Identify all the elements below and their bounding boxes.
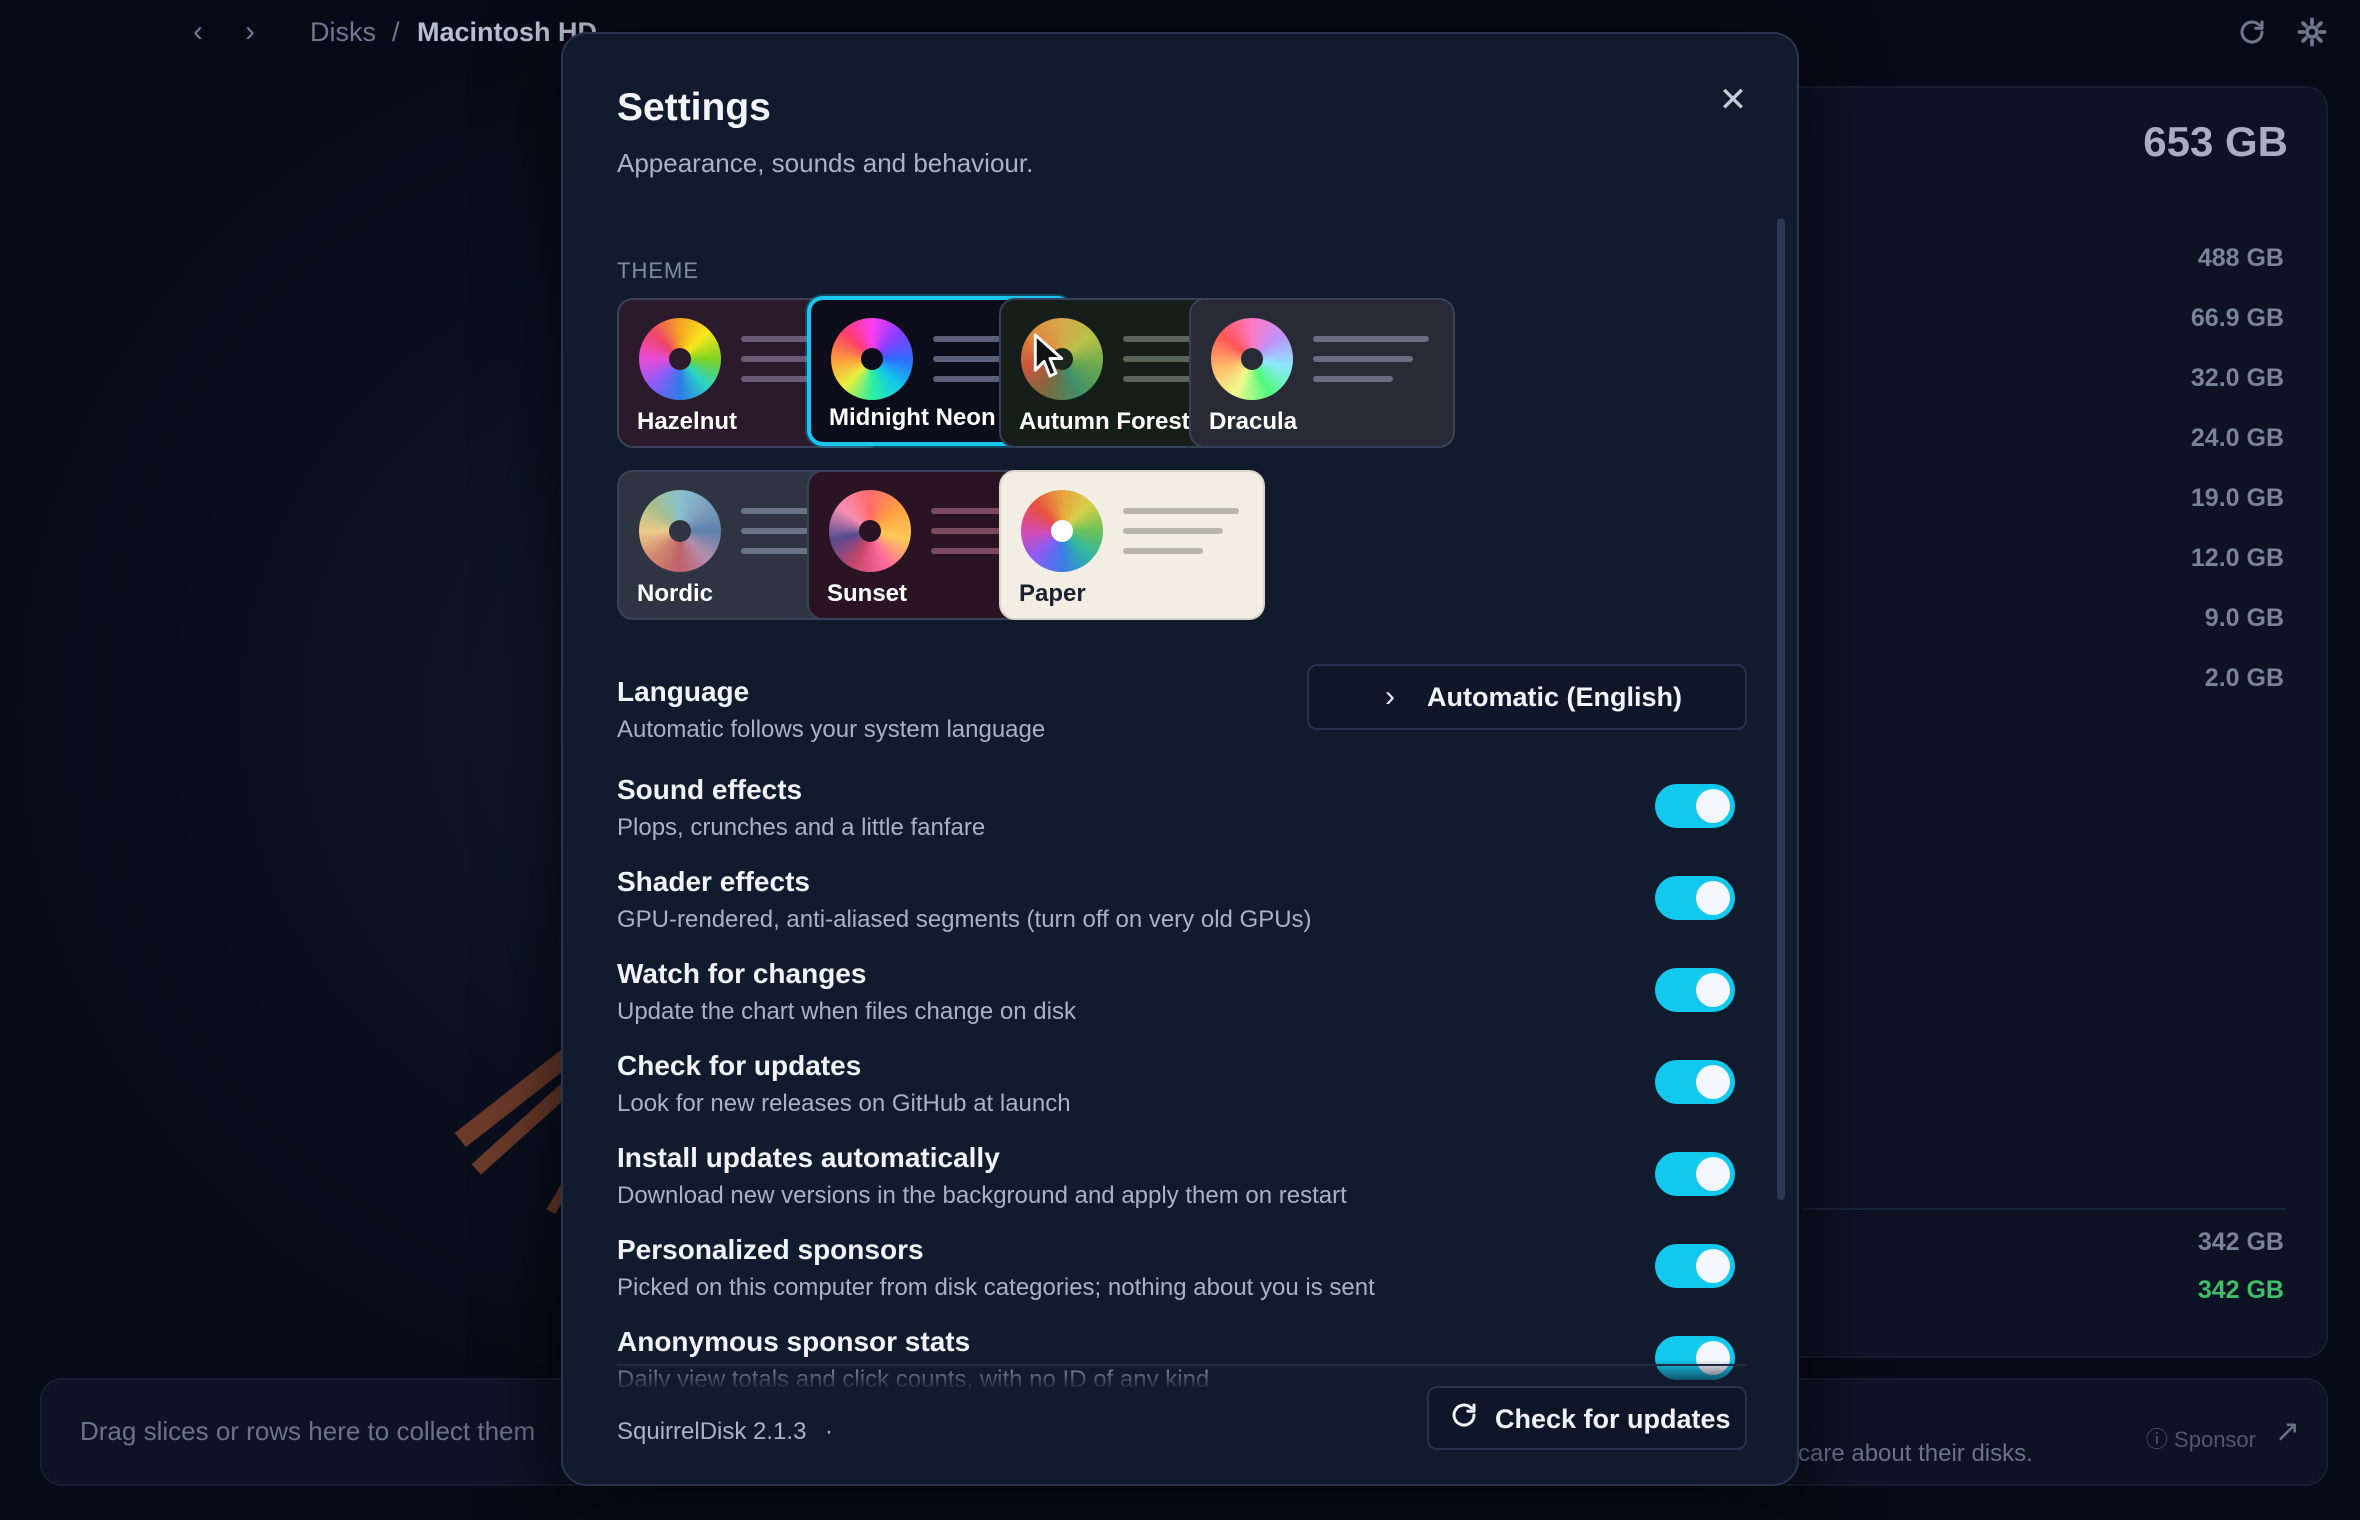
theme-name: Midnight Neon [829, 404, 996, 431]
theme-section-label: THEME [617, 258, 699, 283]
toggle-switch[interactable] [1655, 1060, 1735, 1104]
setting-row-shader-effects: Shader effects GPU-rendered, anti-aliased… [617, 866, 1747, 946]
refresh-icon [1449, 1400, 1479, 1438]
theme-name: Autumn Forest [1019, 408, 1190, 435]
setting-title: Personalized sponsors [617, 1234, 924, 1265]
setting-title: Sound effects [617, 774, 803, 805]
theme-name: Hazelnut [637, 408, 738, 435]
toggle-knob [1696, 1249, 1730, 1283]
toggle-knob [1696, 789, 1730, 823]
language-select[interactable]: › Automatic (English) [1307, 664, 1747, 730]
size-row[interactable]: 9.0 GB [2205, 604, 2284, 633]
scrollbar[interactable] [1777, 218, 1785, 1200]
check-updates-button[interactable]: Check for updates [1427, 1386, 1747, 1450]
theme-name: Nordic [637, 580, 714, 607]
toggle-knob [1696, 973, 1730, 1007]
setting-title: Anonymous sponsor stats [617, 1326, 971, 1357]
size-row[interactable]: 2.0 GB [2205, 664, 2284, 693]
setting-description: Picked on this computer from disk catego… [617, 1274, 1375, 1301]
version-separator: · [825, 1418, 833, 1445]
language-setting: Language Automatic follows your system l… [617, 664, 1747, 756]
info-icon: ⓘ [2145, 1427, 2168, 1452]
refresh-icon[interactable] [2234, 14, 2270, 50]
size-row[interactable]: 32.0 GB [2191, 364, 2284, 393]
setting-row-install-updates-automatically: Install updates automatically Download ne… [617, 1142, 1747, 1222]
color-wheel-icon [829, 490, 911, 572]
dropzone-text: Drag slices or rows here to collect them [80, 1416, 536, 1446]
size-list-panel: 653 GB 488 GB 66.9 GB 32.0 GB 24.0 GB 19… [1760, 86, 2328, 1358]
modal-footer: SquirrelDisk 2.1.3 · Check for updates [563, 1364, 1797, 1484]
app-version: SquirrelDisk 2.1.3 [617, 1418, 807, 1445]
gear-icon[interactable] [2294, 14, 2330, 50]
total-size: 653 GB [2143, 118, 2288, 165]
toggle-switch[interactable] [1655, 1152, 1735, 1196]
chevron-left-icon[interactable]: ‹ [180, 14, 216, 50]
sponsor-label[interactable]: ⓘ Sponsor [2146, 1422, 2256, 1454]
language-value: Automatic (English) [1427, 682, 1682, 712]
modal-subtitle: Appearance, sounds and behaviour. [617, 148, 1034, 178]
theme-name: Dracula [1209, 408, 1298, 435]
setting-description: Look for new releases on GitHub at launc… [617, 1090, 1071, 1117]
settings-modal: Settings Appearance, sounds and behaviou… [561, 32, 1799, 1486]
toggle-knob [1696, 1157, 1730, 1191]
theme-card-dracula[interactable]: Dracula [1189, 298, 1455, 448]
theme-card-paper[interactable]: Paper [999, 470, 1265, 620]
breadcrumb-separator: / [392, 17, 400, 47]
setting-title: Language [617, 676, 750, 707]
toggle-switch[interactable] [1655, 876, 1735, 920]
breadcrumb-disks[interactable]: Disks [310, 14, 376, 50]
toggle-knob [1696, 881, 1730, 915]
check-updates-label: Check for updates [1495, 1404, 1731, 1434]
toggle-switch[interactable] [1655, 784, 1735, 828]
size-row[interactable]: 24.0 GB [2191, 424, 2284, 453]
setting-description: Update the chart when files change on di… [617, 998, 1076, 1025]
size-row[interactable]: 488 GB [2198, 244, 2284, 273]
toggle-switch[interactable] [1655, 968, 1735, 1012]
setting-row-personalized-sponsors: Personalized sponsors Picked on this comp… [617, 1234, 1747, 1314]
setting-row-sound-effects: Sound effects Plops, crunches and a littl… [617, 774, 1747, 854]
theme-preview-lines [1123, 508, 1239, 568]
size-row[interactable]: 66.9 GB [2191, 304, 2284, 333]
toggle-knob [1696, 1065, 1730, 1099]
close-icon[interactable]: ✕ [1711, 78, 1755, 122]
color-wheel-icon [831, 318, 913, 400]
setting-title: Install updates automatically [617, 1142, 1000, 1173]
color-wheel-icon [639, 490, 721, 572]
freed-size: 342 GB [2197, 1276, 2284, 1304]
size-row[interactable]: 12.0 GB [2191, 544, 2284, 573]
setting-description: Plops, crunches and a little fanfare [617, 814, 986, 841]
setting-description: GPU-rendered, anti-aliased segments (tur… [617, 906, 1312, 933]
setting-description: Automatic follows your system language [617, 716, 1046, 743]
sponsor-label-text: Sponsor [2174, 1427, 2256, 1452]
setting-row-check-for-updates: Check for updates Look for new releases o… [617, 1050, 1747, 1130]
summary-size: 342 GB [2197, 1228, 2284, 1256]
setting-row-watch-for-changes: Watch for changes Update the chart when f… [617, 958, 1747, 1038]
theme-preview-lines [1313, 336, 1429, 396]
setting-title: Watch for changes [617, 958, 867, 989]
mouse-cursor-icon [1033, 333, 1064, 378]
chevron-right-icon[interactable]: › [232, 14, 268, 50]
settings-scroll-area[interactable]: THEME Hazelnut Midnight Neon Autumn Forest… [563, 214, 1797, 1390]
size-row[interactable]: 19.0 GB [2191, 484, 2284, 513]
sponsor-text: care about their disks. [1798, 1440, 2033, 1467]
footer-divider [617, 1364, 1747, 1366]
modal-title: Settings [617, 86, 771, 129]
color-wheel-icon [639, 318, 721, 400]
color-wheel-icon [1211, 318, 1293, 400]
setting-description: Download new versions in the background … [617, 1182, 1347, 1209]
setting-title: Check for updates [617, 1050, 862, 1081]
theme-name: Paper [1019, 580, 1086, 607]
toggle-switch[interactable] [1655, 1244, 1735, 1288]
theme-name: Sunset [827, 580, 908, 607]
color-wheel-icon [1021, 490, 1103, 572]
panel-divider [1802, 1208, 2286, 1210]
setting-title: Shader effects [617, 866, 810, 897]
external-link-icon[interactable]: ↗ [2275, 1414, 2300, 1449]
chevron-right-icon: › [1385, 680, 1395, 713]
